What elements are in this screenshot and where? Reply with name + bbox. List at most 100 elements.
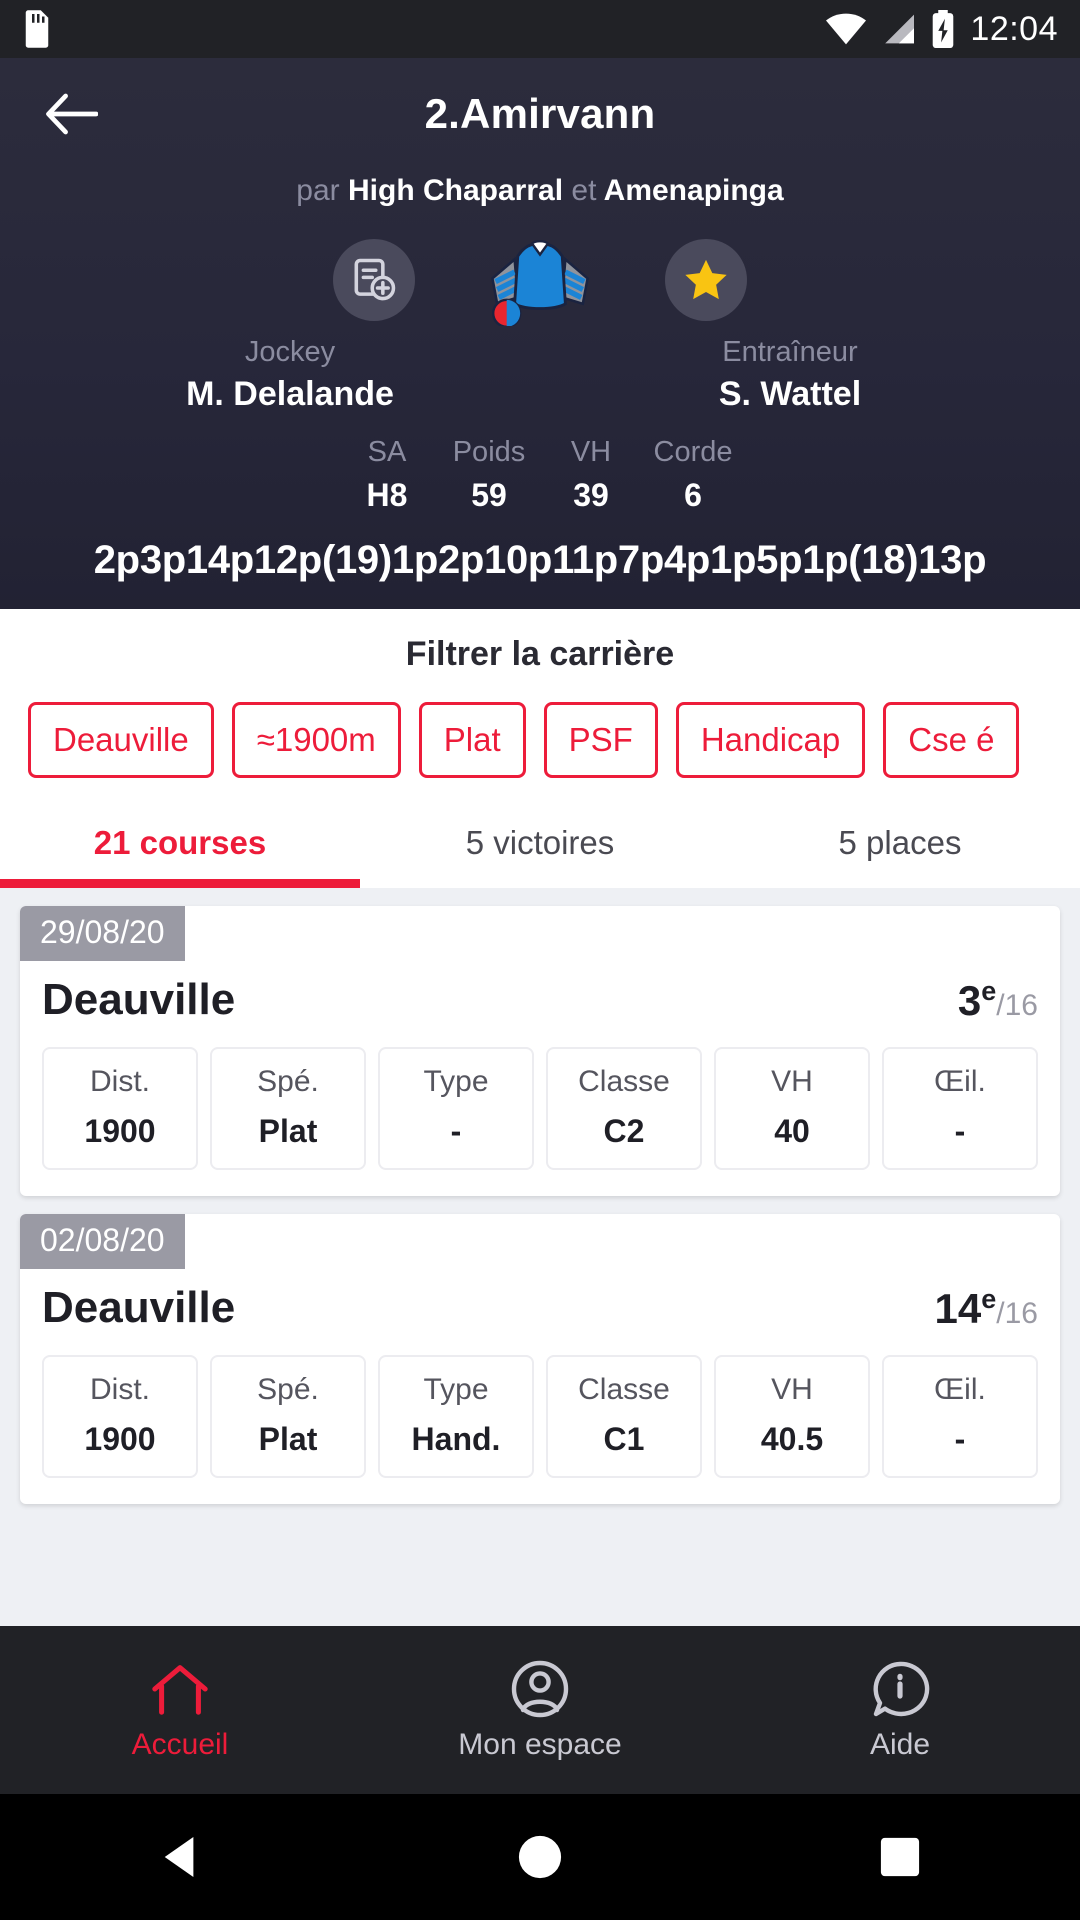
race-stat-type: Type - <box>378 1047 534 1170</box>
home-icon <box>0 1658 360 1720</box>
stat-box-value: - <box>954 1421 966 1457</box>
finish-position-suffix: e <box>981 1284 997 1314</box>
stat-box-value: C1 <box>603 1421 645 1457</box>
android-home-button[interactable] <box>480 1834 600 1880</box>
stat-box-value: 40.5 <box>760 1421 824 1457</box>
stat-box-label: Type <box>423 1065 489 1098</box>
stat-box-value: Hand. <box>411 1421 501 1457</box>
header-icon-row <box>0 234 1080 326</box>
stat-box-label: VH <box>771 1373 813 1406</box>
stat-label: VH <box>570 436 612 468</box>
nav-item-accueil[interactable]: Accueil <box>0 1658 360 1762</box>
status-bar-left <box>22 10 52 48</box>
help-chat-icon <box>720 1658 1080 1720</box>
stat-box-label: Spé. <box>257 1373 319 1406</box>
tab-places[interactable]: 5 places <box>720 812 1080 888</box>
jockey-block: Jockey M. Delalande <box>40 336 540 414</box>
battery-charging-icon <box>930 10 956 48</box>
filter-chip-row[interactable]: Deauville ≈1900m Plat PSF Handicap Cse é <box>0 674 1080 778</box>
filter-chip-distance[interactable]: ≈1900m <box>231 702 401 778</box>
race-stat-boxes: Dist. 1900 Spé. Plat Type - Classe C2 VH <box>20 1025 1060 1196</box>
trainer-name[interactable]: S. Wattel <box>540 375 1040 414</box>
header-top-row: 2.Amirvann <box>0 58 1080 170</box>
stat-box-label: Œil. <box>934 1373 986 1406</box>
stat-box-label: Spé. <box>257 1065 319 1098</box>
finish-position-number: 14 <box>934 1285 982 1332</box>
race-stat-vh: VH 40 <box>714 1047 870 1170</box>
race-card[interactable]: 02/08/20 Deauville 14e/16 Dist. 1900 Spé… <box>20 1214 1060 1504</box>
stat-vh: VH 39 <box>540 436 642 514</box>
android-back-button[interactable] <box>120 1835 240 1879</box>
favorite-button[interactable] <box>665 239 747 321</box>
stat-poids: Poids 59 <box>438 436 540 514</box>
pedigree-line: par High Chaparral et Amenapinga <box>0 174 1080 208</box>
star-icon <box>683 258 729 302</box>
stat-box-label: VH <box>771 1065 813 1098</box>
race-stat-classe: Classe C1 <box>546 1355 702 1478</box>
race-track-name: Deauville <box>42 1283 236 1332</box>
filter-section-title: Filtrer la carrière <box>405 635 675 673</box>
sd-card-icon <box>22 10 52 48</box>
stat-box-label: Type <box>423 1373 489 1406</box>
filter-chip-deauville[interactable]: Deauville <box>28 702 214 778</box>
status-bar-clock: 12:04 <box>970 9 1058 48</box>
filter-chip-handicap[interactable]: Handicap <box>675 702 866 778</box>
android-navigation-bar <box>0 1794 1080 1920</box>
race-finish-position: 3e/16 <box>958 976 1038 1025</box>
stat-value: 59 <box>471 477 507 513</box>
race-stat-oeil: Œil. - <box>882 1355 1038 1478</box>
race-stat-classe: Classe C2 <box>546 1047 702 1170</box>
status-bar: 12:04 <box>0 0 1080 58</box>
race-finish-position: 14e/16 <box>935 1284 1038 1333</box>
add-note-button[interactable] <box>333 239 415 321</box>
nav-label: Aide <box>869 1728 931 1761</box>
nav-label: Accueil <box>131 1728 229 1761</box>
horse-stats-row: SA H8 Poids 59 VH 39 Corde 6 <box>0 436 1080 514</box>
stat-box-value: 40 <box>774 1113 810 1149</box>
stat-box-label: Dist. <box>90 1373 150 1406</box>
sire-name: High Chaparral <box>348 174 564 207</box>
race-stat-oeil: Œil. - <box>882 1047 1038 1170</box>
jockey-role-label: Jockey <box>244 336 336 368</box>
jockey-silks-icon <box>482 234 598 326</box>
stat-box-value: Plat <box>258 1421 318 1457</box>
form-line: 2p3p14p12p(19)1p2p10p11p7p4p1p5p1p(18)13… <box>93 538 987 582</box>
race-stat-dist: Dist. 1900 <box>42 1047 198 1170</box>
nav-item-mon-espace[interactable]: Mon espace <box>360 1658 720 1762</box>
page-title: 2.Amirvann <box>424 90 656 137</box>
career-tabs[interactable]: 21 courses 5 victoires 5 places <box>0 812 1080 888</box>
stat-sa: SA H8 <box>336 436 438 514</box>
race-stat-spe: Spé. Plat <box>210 1047 366 1170</box>
filter-chip-classe[interactable]: Cse é <box>883 702 1020 778</box>
dam-name: Amenapinga <box>603 174 784 207</box>
career-filter-section: Filtrer la carrière Deauville ≈1900m Pla… <box>0 609 1080 888</box>
jockey-name[interactable]: M. Delalande <box>40 375 540 414</box>
tab-victoires[interactable]: 5 victoires <box>360 812 720 888</box>
filter-chip-plat[interactable]: Plat <box>418 702 526 778</box>
android-recents-button[interactable] <box>840 1836 960 1878</box>
race-stat-vh: VH 40.5 <box>714 1355 870 1478</box>
stat-box-value: 1900 <box>84 1113 156 1149</box>
field-size: /16 <box>996 989 1038 1022</box>
filter-chip-psf[interactable]: PSF <box>543 702 658 778</box>
stat-box-label: Œil. <box>934 1065 986 1098</box>
stat-box-value: - <box>450 1113 462 1149</box>
race-card-header: Deauville 3e/16 <box>20 961 1060 1025</box>
race-card-header: Deauville 14e/16 <box>20 1269 1060 1333</box>
wifi-icon <box>826 13 867 45</box>
nav-item-aide[interactable]: Aide <box>720 1658 1080 1762</box>
nav-label: Mon espace <box>458 1728 622 1761</box>
stat-label: SA <box>367 436 407 468</box>
race-card[interactable]: 29/08/20 Deauville 3e/16 Dist. 1900 Spé.… <box>20 906 1060 1196</box>
status-bar-right: 12:04 <box>826 10 1058 49</box>
tab-courses[interactable]: 21 courses <box>0 812 360 888</box>
stat-box-label: Dist. <box>90 1065 150 1098</box>
race-stat-spe: Spé. Plat <box>210 1355 366 1478</box>
stat-corde: Corde 6 <box>642 436 744 514</box>
stat-box-label: Classe <box>578 1065 670 1098</box>
connections-row: Jockey M. Delalande Entraîneur S. Wattel <box>0 336 1080 414</box>
account-circle-icon <box>360 1658 720 1720</box>
signal-icon <box>880 13 916 45</box>
trainer-role-label: Entraîneur <box>722 336 858 368</box>
finish-position-number: 3 <box>957 977 982 1024</box>
